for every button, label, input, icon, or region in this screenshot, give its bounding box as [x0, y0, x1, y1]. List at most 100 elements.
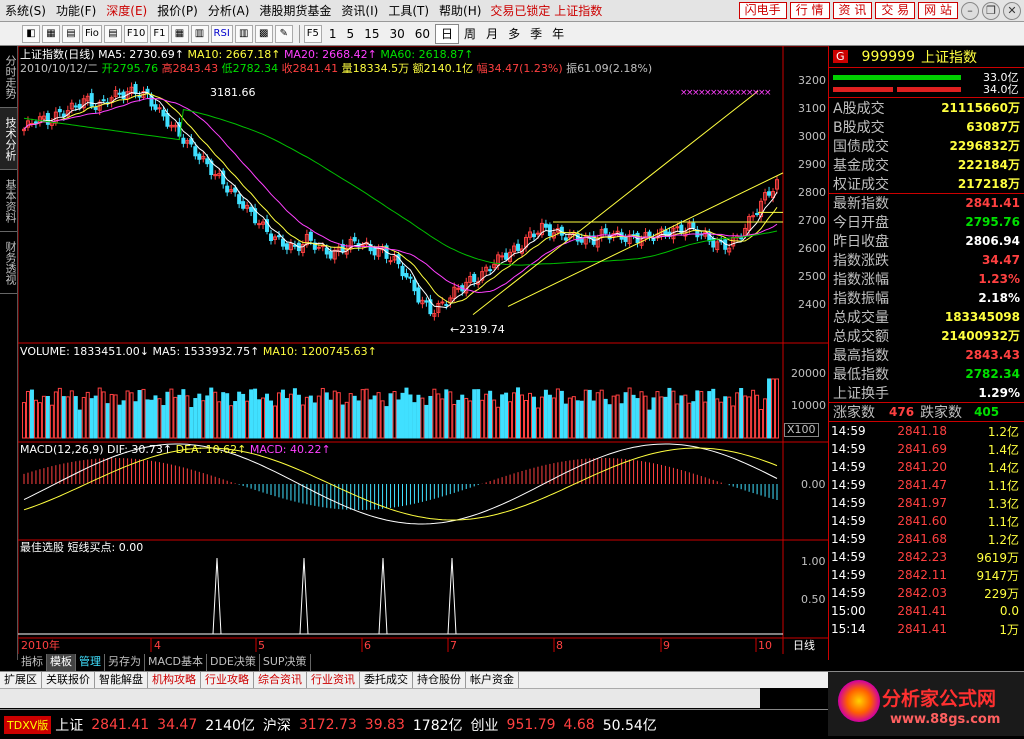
tab-dde[interactable]: DDE决策 [207, 654, 260, 671]
quote-row-value: 63087万 [966, 120, 1020, 134]
tab-intraday[interactable]: 分时走势 [0, 46, 17, 108]
tool-icon-f10[interactable]: F10 [123, 24, 149, 43]
price-tick: 3100 [798, 102, 826, 115]
news-button[interactable]: 资 讯 [832, 2, 873, 19]
menu-quote[interactable]: 报价(P) [152, 0, 203, 22]
tab-technical[interactable]: 技术分析 [0, 108, 17, 170]
trade-button[interactable]: 交 易 [875, 2, 916, 19]
x-label-aug: 8 [556, 639, 563, 652]
period-15min[interactable]: 15 [359, 23, 384, 45]
website-button[interactable]: 网 站 [918, 2, 958, 19]
tab-macd-basic[interactable]: MACD基本 [145, 654, 207, 671]
quote-row: 昨日收盘 2806.94 [829, 231, 1024, 250]
macd-title: MACD(12,26,9) [20, 443, 104, 456]
tab-financials[interactable]: 财务透视 [0, 232, 17, 294]
volume-bar [531, 396, 536, 439]
menu-tools[interactable]: 工具(T) [383, 0, 434, 22]
period-day[interactable]: 日 [435, 23, 460, 44]
candle-body [531, 233, 536, 238]
pen-icon[interactable]: ✎ [274, 24, 293, 43]
menu-depth[interactable]: 深度(E) [101, 0, 152, 22]
tool-icon-12[interactable]: ▩ [254, 24, 273, 43]
tab-orders[interactable]: 委托成交 [360, 672, 413, 688]
tab-positions[interactable]: 持仓股份 [413, 672, 466, 688]
menu-news[interactable]: 资讯(I) [336, 0, 383, 22]
tick-price: 2841.47 [897, 478, 947, 492]
menu-hk-futures-funds[interactable]: 港股期货基金 [254, 0, 336, 22]
period-30min[interactable]: 30 [384, 23, 409, 45]
tab-institution[interactable]: 机构攻略 [148, 672, 201, 688]
tool-icon-11[interactable]: ▥ [234, 24, 253, 43]
period-quarter[interactable]: 季 [525, 23, 547, 45]
volume-bar [412, 402, 417, 439]
tool-icon-1[interactable]: ◧ [22, 24, 40, 43]
horizontal-scrollbar[interactable] [0, 688, 760, 708]
tick-volume: 9147万 [976, 568, 1019, 583]
tool-icon-rsi[interactable]: RSI [210, 24, 233, 43]
menu-system[interactable]: 系统(S) [0, 0, 51, 22]
volume-bar [731, 405, 736, 439]
close-icon[interactable]: ✕ [1003, 1, 1021, 20]
tab-ext-area[interactable]: 扩展区 [0, 672, 42, 688]
tab-template[interactable]: 模板 [47, 654, 76, 671]
restore-icon[interactable]: ❐ [982, 1, 1000, 20]
outflow-bar-b [897, 86, 961, 92]
period-5min[interactable]: 5 [342, 23, 360, 45]
tab-indicator[interactable]: 指标 [18, 654, 47, 671]
tick-volume: 1.1亿 [987, 514, 1019, 529]
volume-bar [37, 402, 42, 439]
tool-icon-2[interactable]: ▦ [42, 24, 60, 43]
tab-general-news[interactable]: 综合资讯 [254, 672, 307, 688]
ticker-name-cy[interactable]: 创业 [471, 715, 507, 735]
volume-bar [257, 399, 262, 439]
tab-industry-news[interactable]: 行业资讯 [307, 672, 360, 688]
tab-fundamentals[interactable]: 基本资料 [0, 170, 17, 232]
ticker-name-sh[interactable]: 上证 [55, 715, 91, 735]
kline-chart-area[interactable]: × × × × × × × × × × × × × × × 上证指数(日线) MA5: 2730.69↑ M… [18, 46, 828, 660]
menu-analysis[interactable]: 分析(A) [203, 0, 255, 22]
volume-bar [169, 388, 174, 439]
candle-body [225, 185, 230, 193]
tab-sup[interactable]: SUP决策 [260, 654, 311, 671]
tool-icon-3[interactable]: ▤ [62, 24, 80, 43]
tool-icon-fio[interactable]: Fio [82, 24, 102, 43]
volume-bar [659, 396, 664, 439]
quote-row-label: 指数涨跌 [833, 252, 889, 269]
tab-manage[interactable]: 管理 [76, 654, 105, 671]
tool-icon-f1[interactable]: F1 [150, 24, 169, 43]
volume-bar [105, 403, 110, 439]
period-week[interactable]: 周 [459, 23, 481, 45]
ticker-name-hs[interactable]: 沪深 [263, 715, 299, 735]
best-tick: 0.50 [801, 593, 826, 606]
minimize-icon[interactable]: – [961, 1, 979, 20]
tool-icon-8[interactable]: ▦ [170, 24, 189, 43]
quote-row-label: 权证成交 [833, 176, 889, 193]
best-select-header: 最佳选股 短线买点: 0.00 [20, 541, 144, 554]
period-month[interactable]: 月 [481, 23, 503, 45]
flash-trade-button[interactable]: 闪电手 [738, 2, 787, 19]
period-60min[interactable]: 60 [410, 23, 435, 45]
menu-function[interactable]: 功能(F) [51, 0, 101, 22]
tick-list[interactable]: 14:59 2841.18 1.2亿 14:59 2841.69 1.4亿 14:59 284… [829, 422, 1024, 638]
period-year[interactable]: 年 [547, 23, 569, 45]
tab-related-quotes[interactable]: 关联报价 [42, 672, 95, 688]
tool-icon-5[interactable]: ▤ [103, 24, 122, 43]
f5-button[interactable]: F5 [303, 24, 322, 43]
tab-save-as[interactable]: 另存为 [105, 654, 145, 671]
outflow-value: 34.0亿 [983, 83, 1019, 96]
volume-tick: 10000 [791, 399, 826, 412]
menu-help[interactable]: 帮助(H) [434, 0, 486, 22]
price-tick: 2700 [798, 214, 826, 227]
tab-industry-strategy[interactable]: 行业攻略 [201, 672, 254, 688]
tool-icon-9[interactable]: ▥ [190, 24, 209, 43]
market-button[interactable]: 行 情 [789, 2, 830, 19]
period-1min[interactable]: 1 [324, 23, 342, 45]
tab-account[interactable]: 帐户资金 [466, 672, 519, 688]
tick-time: 14:59 [831, 514, 866, 528]
volume-bar [583, 389, 588, 439]
tab-smart-analysis[interactable]: 智能解盘 [95, 672, 148, 688]
x-label-oct: 10 [758, 639, 772, 652]
volume-bar [575, 400, 580, 439]
quote-row-label: 最新指数 [833, 196, 889, 212]
period-multi[interactable]: 多 [503, 23, 525, 45]
